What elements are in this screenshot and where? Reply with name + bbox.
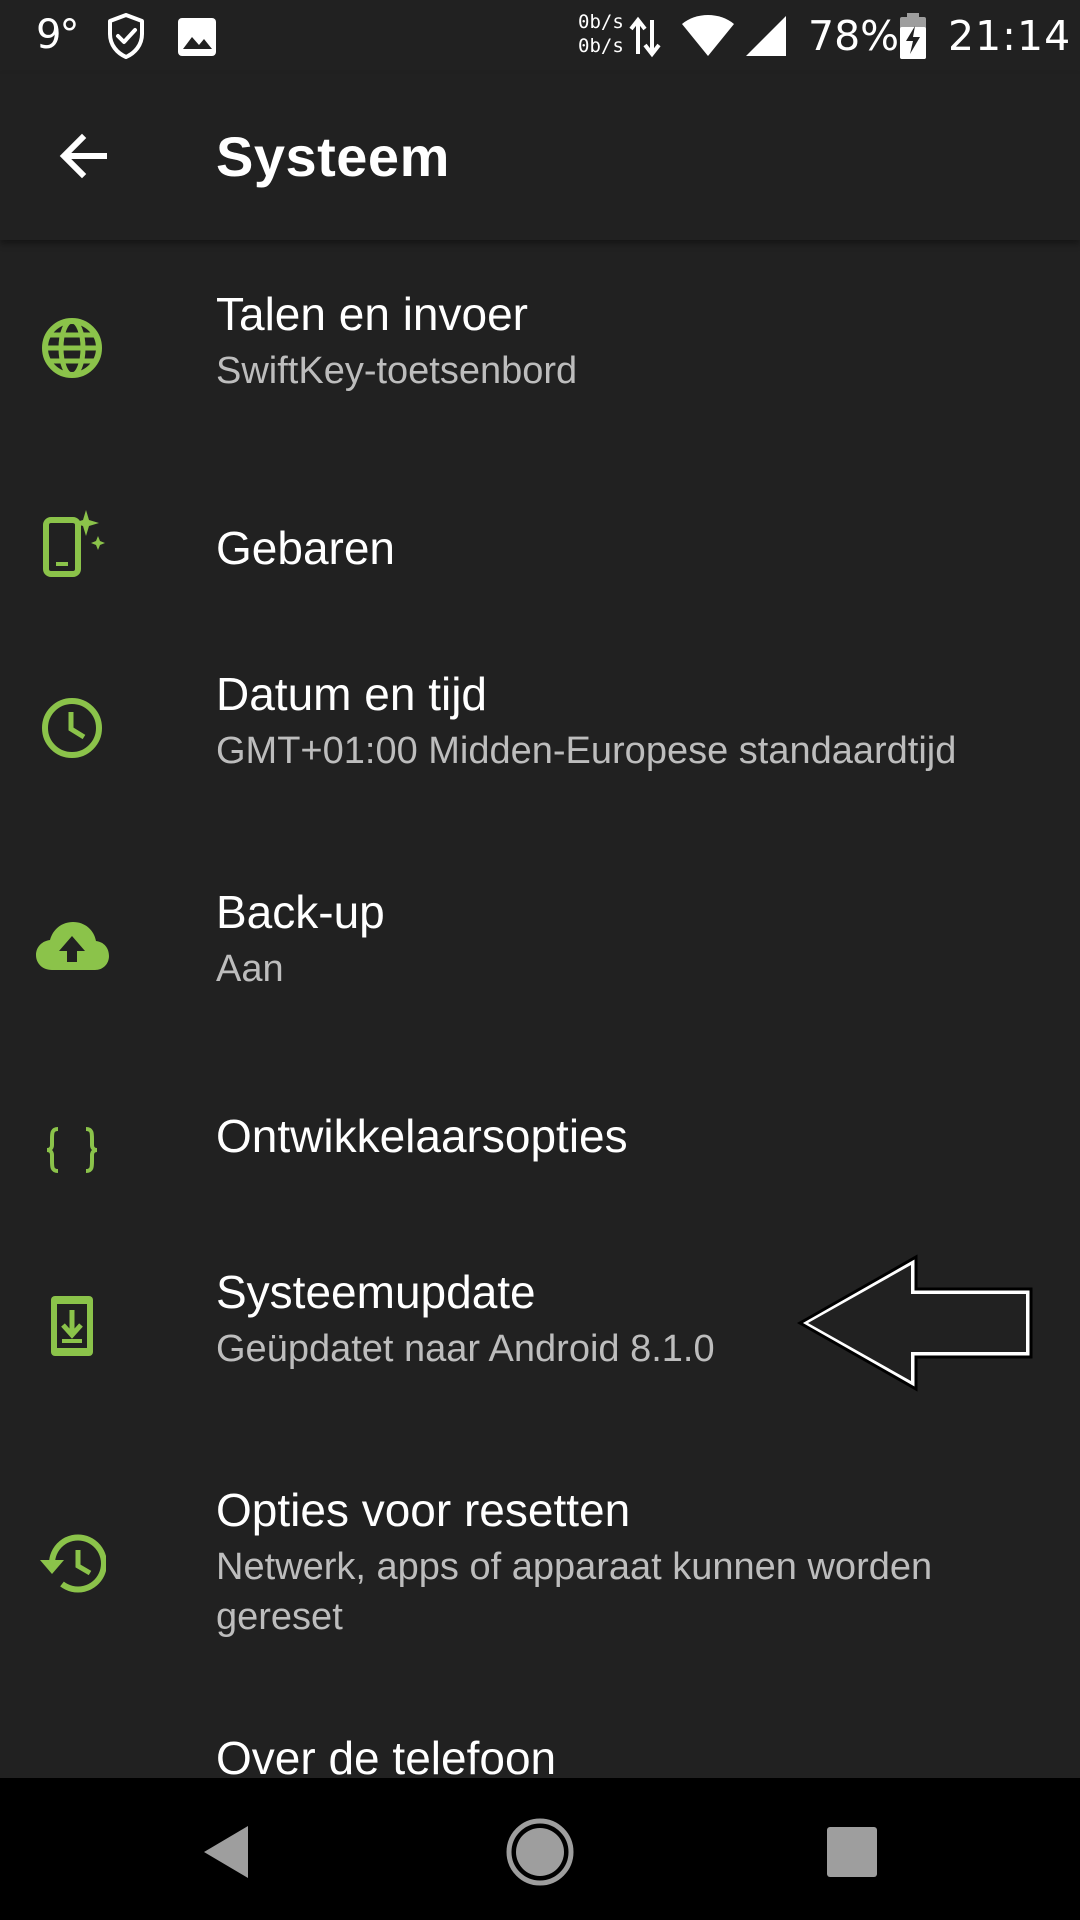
image-icon	[176, 16, 218, 58]
battery-percentage: 78%	[808, 12, 900, 60]
annotation-arrow-icon	[796, 1254, 1033, 1392]
list-item-title: Datum en tijd	[216, 668, 488, 720]
list-item-developer-options[interactable]: Ontwikkelaarsopties	[0, 1098, 1080, 1208]
weather-temperature: 9°	[36, 12, 79, 58]
list-item-text: Over de telefoon	[216, 1730, 1050, 1778]
status-clock: 21:14	[948, 12, 1072, 60]
list-item-gestures[interactable]: Gebaren	[0, 498, 1080, 608]
braces-icon	[32, 1110, 112, 1190]
cloud-upload-icon	[32, 906, 112, 986]
globe-icon	[32, 308, 112, 388]
upload-speed: 0b/s	[578, 11, 624, 33]
battery-charging-icon	[898, 12, 928, 60]
gestures-icon	[32, 502, 112, 582]
data-transfer-icon	[628, 14, 662, 60]
list-item-text: Ontwikkelaarsopties	[216, 1108, 1050, 1164]
wifi-icon	[680, 12, 736, 58]
list-item-text: Gebaren	[216, 520, 1050, 576]
list-item-title: Talen en invoer	[216, 288, 528, 340]
list-item-summary: Netwerk, apps of apparaat kunnen worden …	[216, 1546, 933, 1638]
list-item-summary: GMT+01:00 Midden-Europese standaardtijd	[216, 730, 957, 772]
cell-signal-icon	[744, 14, 788, 58]
list-item-text: Opties voor resetten Netwerk, apps of ap…	[216, 1482, 1050, 1642]
page-title: Systeem	[216, 125, 450, 188]
clock-icon	[32, 688, 112, 768]
settings-screen: 9° 0b/s 0b/s 78% 21:14 Systeem Talen en …	[0, 0, 1080, 1920]
list-item-title: Over de telefoon	[216, 1732, 557, 1778]
list-item-backup[interactable]: Back-up Aan	[0, 884, 1080, 1024]
list-item-title: Back-up	[216, 886, 385, 938]
nav-back-icon[interactable]	[178, 1802, 278, 1902]
nav-recents-icon[interactable]	[802, 1802, 902, 1902]
list-item-title: Gebaren	[216, 522, 396, 574]
list-item-text: Back-up Aan	[216, 884, 1050, 994]
nav-home-icon[interactable]	[490, 1802, 590, 1902]
download-speed: 0b/s	[578, 35, 624, 57]
list-item-summary: Aan	[216, 948, 284, 990]
list-item-summary: SwiftKey-toetsenbord	[216, 350, 578, 392]
status-bar: 9° 0b/s 0b/s 78% 21:14	[0, 0, 1080, 74]
list-item-text: Datum en tijd GMT+01:00 Midden-Europese …	[216, 666, 1050, 776]
list-item-date-time[interactable]: Datum en tijd GMT+01:00 Midden-Europese …	[0, 666, 1080, 806]
system-update-icon	[32, 1286, 112, 1366]
navigation-bar	[0, 1778, 1080, 1920]
list-item-about-phone[interactable]: Over de telefoon	[0, 1724, 1080, 1778]
list-item-reset-options[interactable]: Opties voor resetten Netwerk, apps of ap…	[0, 1482, 1080, 1662]
arrow-back-icon[interactable]	[44, 116, 124, 196]
settings-list: Talen en invoer SwiftKey-toetsenbord Geb…	[0, 240, 1080, 1778]
list-item-text: Talen en invoer SwiftKey-toetsenbord	[216, 286, 1050, 396]
list-item-title: Opties voor resetten	[216, 1484, 631, 1536]
network-speed: 0b/s 0b/s	[578, 10, 624, 58]
app-toolbar: Systeem	[0, 74, 1080, 240]
restore-icon	[32, 1524, 112, 1604]
list-item-languages[interactable]: Talen en invoer SwiftKey-toetsenbord	[0, 286, 1080, 426]
shield-check-icon	[106, 12, 146, 60]
list-item-title: Ontwikkelaarsopties	[216, 1110, 628, 1162]
